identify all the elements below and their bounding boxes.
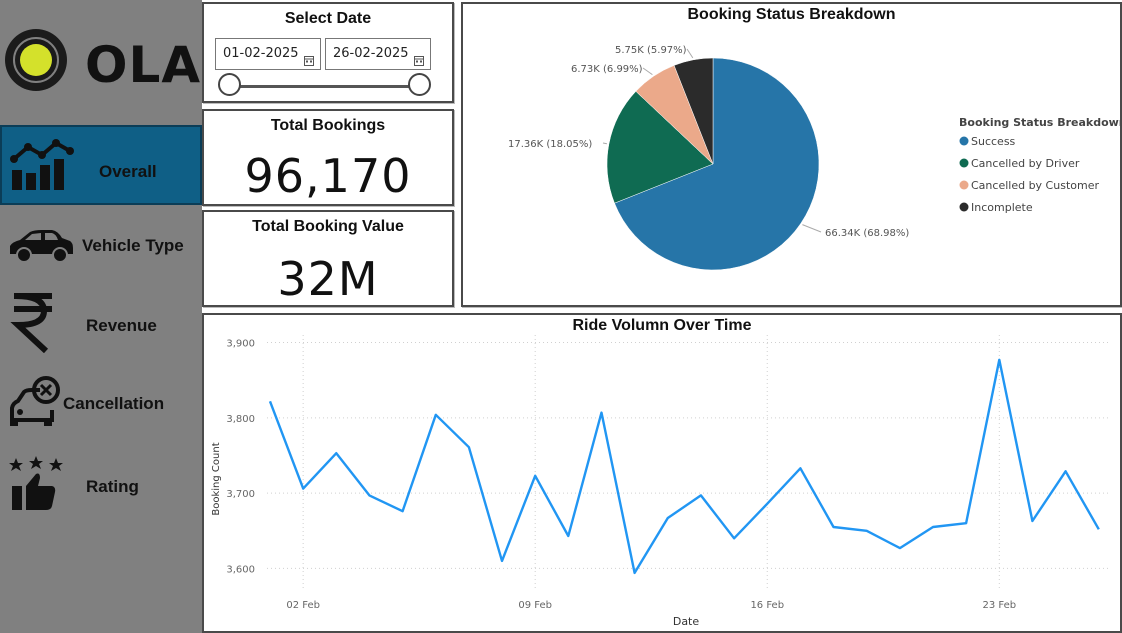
data-point[interactable] [866,530,868,532]
data-point[interactable] [534,475,536,477]
data-point[interactable] [832,526,834,528]
total-bookings-card: Total Bookings 96,170 [202,109,454,206]
data-point[interactable] [700,494,702,496]
chart-growth-icon [10,137,76,193]
x-tick-label: 09 Feb [518,600,552,611]
pie-leader-line [642,67,653,76]
data-point[interactable] [965,522,967,524]
total-booking-value-card: Total Booking Value 32M [202,210,454,307]
data-point[interactable] [401,510,403,512]
sidebar: OLA Overall Vehicle Type Revenue Cancell… [0,0,202,633]
date-range-start-handle[interactable] [218,73,241,96]
pie-leader-line [602,142,608,145]
pie-legend: Booking Status Breakdown Success Cancelled… [959,116,1120,214]
date-filter-title: Select Date [284,10,372,27]
data-point[interactable] [733,537,735,539]
pie-leader-line [686,48,694,59]
date-filter-card: Select Date 01-02-2025 26-02-2025 [202,2,454,103]
calendar-icon[interactable] [304,48,314,66]
nav-item-vehicle-type[interactable]: Vehicle Type [0,210,202,282]
y-tick-label: 3,600 [226,564,255,575]
start-date-input[interactable]: 01-02-2025 [215,38,321,70]
nav-label-vehicle-type: Vehicle Type [82,236,184,255]
nav-item-overall[interactable]: Overall [0,125,202,205]
data-point[interactable] [633,572,635,574]
brand-name: OLA [85,36,201,94]
legend-marker [959,158,969,168]
y-tick-label: 3,900 [226,339,255,350]
data-point[interactable] [468,446,470,448]
x-tick-label: 23 Feb [982,600,1016,611]
ride-volume-line-chart: 3,600 3,700 3,800 3,900 02 Feb 09 Feb 16 Feb 23… [211,335,1109,628]
date-range-end-handle[interactable] [408,73,431,96]
pie-data-label: 66.34K (68.98%) [825,228,909,239]
calendar-icon[interactable] [414,48,424,66]
data-point[interactable] [600,411,602,413]
total-bookings-label: Total Bookings [270,117,386,134]
total-booking-value-value: 32M [277,252,379,306]
data-point[interactable] [932,526,934,528]
end-date-value: 26-02-2025 [333,46,409,61]
legend-item-label[interactable]: Cancelled by Customer [971,179,1099,192]
data-point[interactable] [335,452,337,454]
rupee-icon [8,291,74,354]
nav-label-cancellation: Cancellation [63,394,165,413]
legend-marker [959,202,969,212]
data-point[interactable] [998,359,1000,361]
data-point[interactable] [435,414,437,416]
end-date-input[interactable]: 26-02-2025 [325,38,431,70]
legend-item-label[interactable]: Cancelled by Driver [971,157,1080,170]
data-point[interactable] [899,547,901,549]
nav-label-revenue: Revenue [86,316,157,335]
legend-title: Booking Status Breakdown [959,116,1120,129]
nav-label-rating: Rating [86,477,139,496]
car-icon [8,228,74,284]
x-tick-label: 16 Feb [750,600,784,611]
nav-item-cancellation[interactable]: Cancellation [0,370,202,442]
data-point[interactable] [302,487,304,489]
date-range-slider-track[interactable] [229,85,419,88]
data-point[interactable] [799,467,801,469]
ola-logo: OLA [0,24,202,94]
pie-data-label: 5.75K (5.97%) [615,45,687,56]
pie-data-label: 6.73K (6.99%) [571,64,643,75]
legend-marker [959,136,969,146]
y-tick-label: 3,700 [226,489,255,500]
data-point[interactable] [1064,470,1066,472]
y-tick-label: 3,800 [226,414,255,425]
nav-item-revenue[interactable]: Revenue [0,289,202,361]
data-point[interactable] [1098,528,1100,530]
legend-marker [959,180,969,190]
data-point[interactable] [501,560,503,562]
nav-item-rating[interactable]: Rating [0,450,202,522]
ride-volume-card: Ride Volumn Over Time 3,600 3,700 3,800 3,9… [202,313,1122,633]
data-point[interactable] [1031,520,1033,522]
booking-status-card: Booking Status Breakdown 66.34K (68.98%)… [461,2,1122,307]
thumbs-up-stars-icon [8,456,74,512]
nav-label-overall: Overall [99,162,157,181]
start-date-value: 01-02-2025 [223,46,299,61]
legend-item-label[interactable]: Incomplete [971,201,1033,214]
ride-volume-series-line[interactable] [268,358,1100,575]
y-axis-label: Booking Count [211,442,222,515]
data-point[interactable] [667,517,669,519]
legend-item-label[interactable]: Success [971,135,1016,148]
data-point[interactable] [766,502,768,504]
data-point[interactable] [368,494,370,496]
booking-status-pie-chart: 66.34K (68.98%) 17.36K (18.05%) 6.73K (6.9… [508,45,1120,271]
total-booking-value-label: Total Booking Value [252,218,404,235]
pie-data-label: 17.36K (18.05%) [508,139,592,150]
pie-leader-line [802,224,822,233]
x-axis-label: Date [673,615,700,628]
data-point[interactable] [567,535,569,537]
x-tick-label: 02 Feb [286,600,320,611]
total-bookings-value: 96,170 [244,149,412,203]
data-point[interactable] [269,400,271,402]
